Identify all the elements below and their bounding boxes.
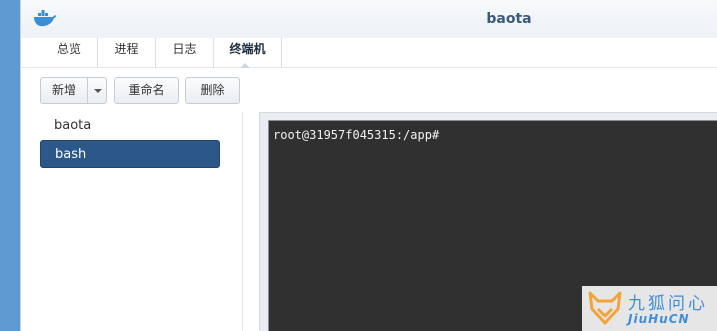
delete-button[interactable]: 删除 (185, 77, 240, 104)
tab-divider (281, 38, 282, 68)
chevron-down-icon[interactable] (87, 77, 107, 104)
rename-button[interactable]: 重命名 (114, 77, 179, 104)
app-window: baota 总览 进程 日志 终端机 新增 重命名 删除 baota bash … (20, 0, 717, 331)
fox-logo-icon (588, 291, 622, 325)
active-tab-indicator (240, 63, 250, 68)
watermark-text-cn: 九狐问心 (628, 294, 708, 314)
watermark: 九狐问心 JiuHuCN (582, 286, 717, 331)
title-bar: baota (21, 0, 717, 38)
tab-bar: 总览 进程 日志 终端机 (21, 38, 717, 68)
new-button[interactable]: 新增 (40, 77, 88, 104)
tab-logs[interactable]: 日志 (155, 38, 213, 68)
session-item-baota[interactable]: baota (40, 112, 220, 140)
session-item-bash[interactable]: bash (40, 140, 220, 168)
tab-overview[interactable]: 总览 (41, 38, 97, 68)
session-list: baota bash (21, 112, 243, 331)
terminal-prompt: root@31957f045315:/app# (273, 128, 440, 142)
watermark-text-en: JiuHuCN (628, 312, 690, 326)
tab-processes[interactable]: 进程 (97, 38, 155, 68)
window-title: baota (486, 11, 532, 27)
